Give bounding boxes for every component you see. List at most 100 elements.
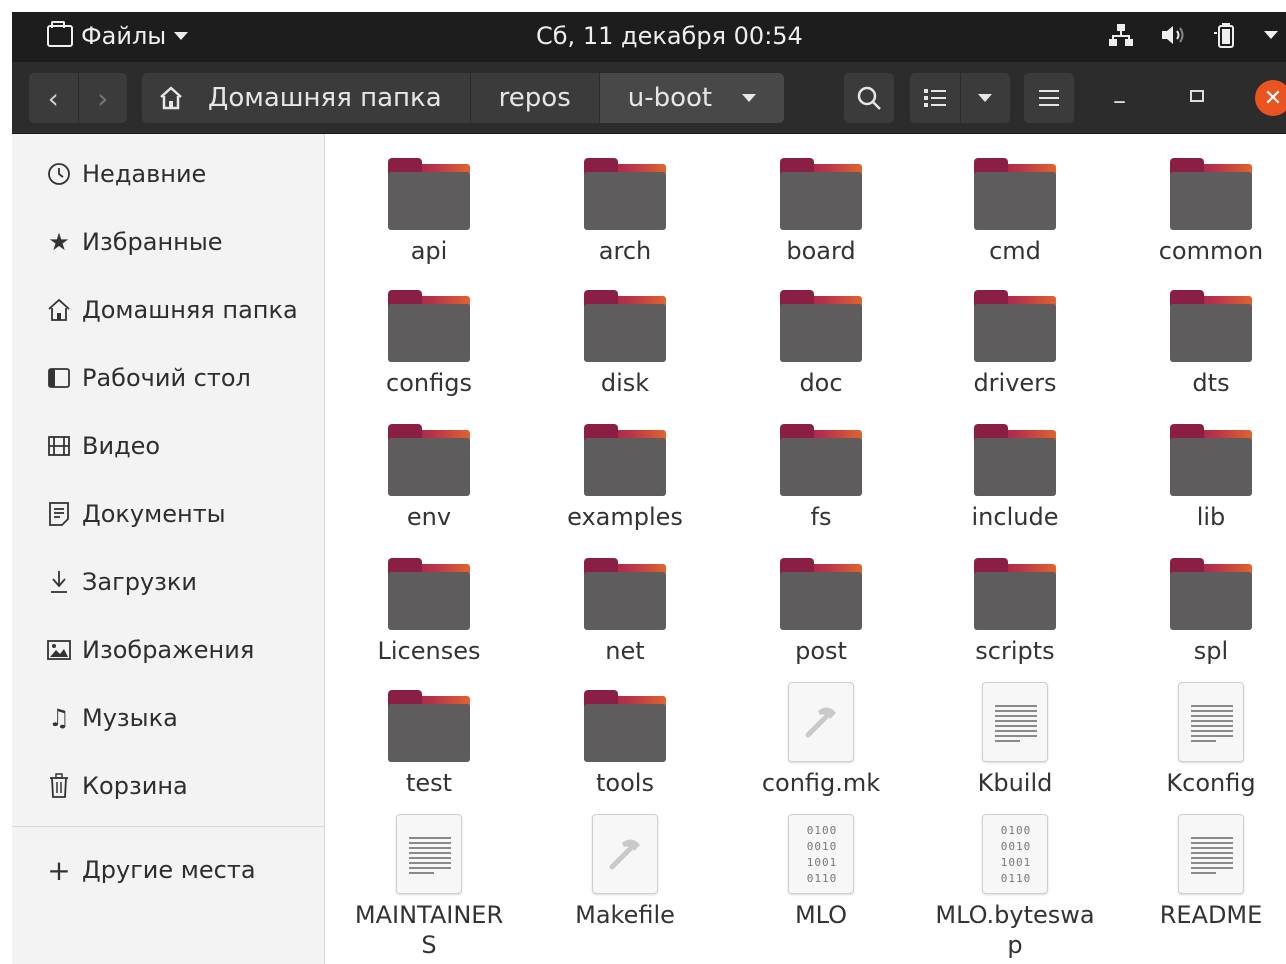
file-item[interactable]: Kbuild	[920, 678, 1110, 798]
app-menu[interactable]: Файлы	[47, 21, 189, 50]
sidebar-item-home[interactable]: Домашняя папка	[12, 276, 325, 344]
network-icon	[1109, 24, 1133, 46]
text-file-icon	[1178, 814, 1244, 894]
folder-item[interactable]: doc	[726, 278, 916, 398]
folder-item[interactable]: include	[920, 412, 1110, 532]
path-crumb-home[interactable]: Домашняя папка	[142, 73, 471, 123]
file-icon-box	[965, 546, 1065, 630]
app-menu-label: Файлы	[81, 22, 167, 50]
clock[interactable]: Сб, 11 декабря 00:54	[536, 22, 803, 50]
folder-icon	[584, 690, 666, 762]
path-crumb-repos[interactable]: repos	[470, 73, 600, 123]
folder-item[interactable]: cmd	[920, 146, 1110, 266]
file-name: configs	[386, 369, 472, 397]
sidebar-item-starred[interactable]: ★ Избранные	[12, 208, 325, 276]
music-icon: ♫	[48, 704, 70, 732]
folder-item[interactable]: lib	[1116, 412, 1286, 532]
folder-item[interactable]: drivers	[920, 278, 1110, 398]
search-button[interactable]	[844, 73, 894, 123]
folder-item[interactable]: post	[726, 546, 916, 666]
top-bar: Файлы Сб, 11 декабря 00:54	[12, 12, 1286, 62]
folder-icon	[388, 424, 470, 496]
binary-glyph: 0100 0010 1001 0110	[1000, 824, 1032, 885]
sidebar-item-label: Другие места	[82, 856, 256, 884]
folder-item[interactable]: dts	[1116, 278, 1286, 398]
forward-button[interactable]: ›	[77, 73, 128, 123]
sidebar-item-other-locations[interactable]: + Другие места	[12, 836, 325, 904]
list-view-icon	[923, 89, 946, 107]
sidebar-item-downloads[interactable]: Загрузки	[12, 548, 325, 616]
folder-item[interactable]: test	[334, 678, 524, 798]
file-icon-box	[1161, 412, 1261, 496]
clock-icon	[38, 162, 80, 186]
folder-item[interactable]: disk	[530, 278, 720, 398]
sidebar-item-label: Музыка	[82, 704, 178, 732]
chevron-left-icon: ‹	[47, 81, 59, 115]
file-icon-box	[965, 278, 1065, 362]
folder-item[interactable]: examples	[530, 412, 720, 532]
binary-glyph: 0100 0010 1001 0110	[806, 824, 838, 885]
search-icon	[857, 86, 881, 110]
file-name: disk	[600, 369, 650, 397]
file-icon-box	[1161, 278, 1261, 362]
folder-item[interactable]: net	[530, 546, 720, 666]
system-menu-chevron-icon	[1264, 31, 1278, 39]
folder-item[interactable]: tools	[530, 678, 720, 798]
file-icon-box	[965, 678, 1065, 762]
file-name: doc	[799, 369, 843, 397]
file-item[interactable]: Kconfig	[1116, 678, 1286, 798]
path-crumb-label: Домашняя папка	[208, 83, 442, 113]
folder-item[interactable]: scripts	[920, 546, 1110, 666]
list-view-button[interactable]	[910, 73, 960, 123]
folder-item[interactable]: spl	[1116, 546, 1286, 666]
file-icon-box	[771, 412, 871, 496]
system-tray[interactable]	[1108, 22, 1286, 48]
file-item[interactable]: Makefile	[530, 810, 720, 930]
view-options-dropdown[interactable]	[959, 73, 1011, 123]
text-file-icon	[1178, 682, 1244, 762]
file-name: include	[971, 503, 1059, 531]
folder-icon	[1170, 558, 1252, 630]
back-button[interactable]: ‹	[29, 73, 78, 123]
path-crumb-u-boot[interactable]: u-boot	[599, 73, 785, 123]
sidebar-item-pictures[interactable]: Изображения	[12, 616, 325, 684]
file-icon-box	[771, 278, 871, 362]
file-item[interactable]: README	[1116, 810, 1286, 930]
file-icon-box	[575, 810, 675, 894]
folder-item[interactable]: env	[334, 412, 524, 532]
folder-item[interactable]: board	[726, 146, 916, 266]
file-icon-box	[575, 546, 675, 630]
folder-item[interactable]: common	[1116, 146, 1286, 266]
sidebar-item-documents[interactable]: Документы	[12, 480, 325, 548]
header-bar: ‹ › Домашняя папка repos u-boot – ✕	[12, 62, 1286, 134]
sidebar-item-desktop[interactable]: Рабочий стол	[12, 344, 325, 412]
minimize-button[interactable]: –	[1113, 86, 1126, 116]
file-name: spl	[1193, 637, 1229, 665]
file-icon-box	[379, 146, 479, 230]
sidebar-item-music[interactable]: ♫ Музыка	[12, 684, 325, 752]
file-item[interactable]: 0100 0010 1001 0110 MLO.byteswap	[920, 810, 1110, 960]
file-item[interactable]: config.mk	[726, 678, 916, 798]
file-icon-box	[575, 278, 675, 362]
file-icon-box	[1161, 146, 1261, 230]
folder-item[interactable]: fs	[726, 412, 916, 532]
sidebar-item-label: Изображения	[82, 636, 255, 664]
folder-item[interactable]: configs	[334, 278, 524, 398]
folder-item[interactable]: arch	[530, 146, 720, 266]
chevron-down-icon	[742, 94, 757, 102]
close-button[interactable]: ✕	[1255, 80, 1286, 116]
folder-item[interactable]: api	[334, 146, 524, 266]
file-name: board	[786, 237, 856, 265]
maximize-button[interactable]	[1190, 90, 1204, 102]
path-crumb-label: u-boot	[627, 83, 713, 113]
sidebar-item-recent[interactable]: Недавние	[12, 140, 325, 208]
sidebar-item-videos[interactable]: Видео	[12, 412, 325, 480]
main-menu-button[interactable]	[1024, 73, 1074, 123]
file-name: lib	[1196, 503, 1226, 531]
sidebar-item-trash[interactable]: Корзина	[12, 752, 325, 820]
file-name: arch	[598, 237, 652, 265]
file-item[interactable]: MAINTAINERS	[334, 810, 524, 960]
file-item[interactable]: 0100 0010 1001 0110 MLO	[726, 810, 916, 930]
sidebar-item-label: Избранные	[82, 228, 223, 256]
folder-item[interactable]: Licenses	[334, 546, 524, 666]
